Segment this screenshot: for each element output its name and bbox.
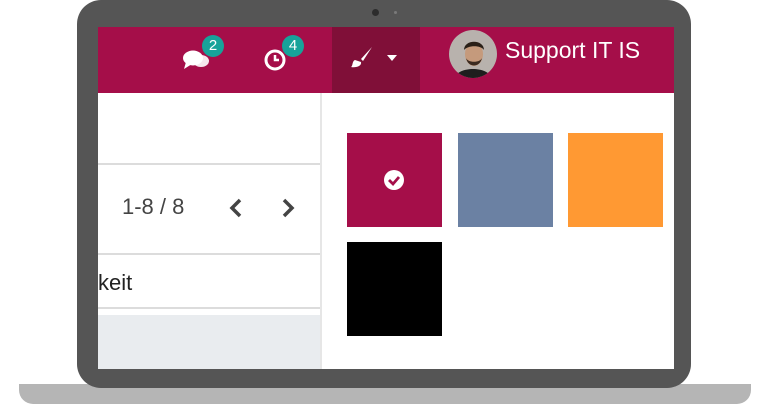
chevron-left-icon xyxy=(229,198,242,218)
color-swatch-selected[interactable] xyxy=(347,133,442,227)
activities-badge: 4 xyxy=(282,35,304,57)
user-avatar-icon xyxy=(449,30,497,78)
color-swatch-orange[interactable] xyxy=(568,133,663,227)
user-name[interactable]: Support IT IS xyxy=(505,37,640,64)
top-navbar: 2 4 Support IT IS xyxy=(98,27,674,93)
activities-button[interactable]: 4 xyxy=(264,35,304,73)
table-row[interactable] xyxy=(98,315,320,369)
webcam-light xyxy=(394,11,397,14)
divider-line xyxy=(98,163,320,165)
check-circle-icon xyxy=(384,170,404,190)
messages-button[interactable]: 2 xyxy=(182,35,224,73)
color-swatch-black[interactable] xyxy=(347,242,442,336)
webcam xyxy=(372,9,379,16)
messages-badge: 2 xyxy=(202,35,224,57)
screen: 2 4 Support IT IS 1-8 / 8 keit xyxy=(98,27,674,369)
color-swatch-blue-grey[interactable] xyxy=(458,133,553,227)
pager-value[interactable]: 1-8 / 8 xyxy=(122,194,184,220)
list-view-panel: 1-8 / 8 keit xyxy=(98,93,320,369)
paintbrush-icon xyxy=(351,47,372,68)
avatar[interactable] xyxy=(449,30,497,78)
divider-line xyxy=(98,253,320,255)
panel-divider xyxy=(320,93,322,369)
chevron-right-icon xyxy=(282,198,295,218)
divider-line xyxy=(98,307,320,309)
pager-previous-button[interactable] xyxy=(226,197,248,219)
column-header: keit xyxy=(98,270,133,295)
chevron-down-icon xyxy=(387,55,397,61)
pager-next-button[interactable] xyxy=(276,197,298,219)
theme-color-button[interactable] xyxy=(332,27,420,93)
